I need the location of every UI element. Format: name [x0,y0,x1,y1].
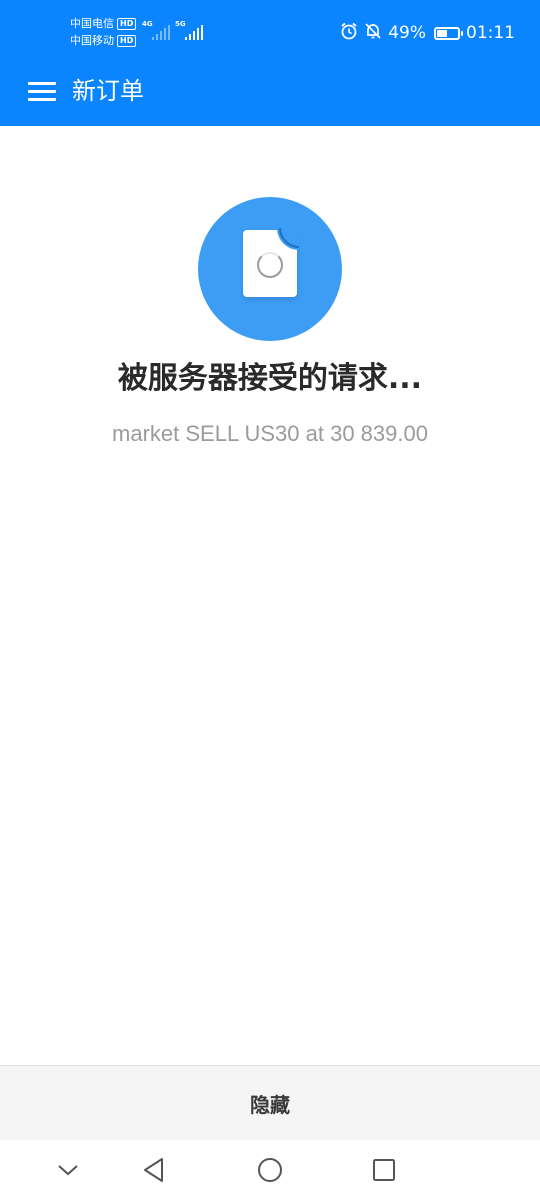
carrier-name-1: 中国电信 [70,17,114,30]
document-card [243,228,299,297]
home-icon[interactable] [254,1154,286,1186]
hide-bar: 隐藏 [0,1065,540,1140]
hd-badge-2: HD [117,34,137,47]
menu-icon[interactable] [28,80,56,102]
battery-icon [434,26,463,40]
new-order-screen: 中国电信 HD 中国移动 HD 4G 5G 49% 01:11 新订单 被服务器… [0,0,540,1200]
order-summary: market SELL US30 at 30 839.00 [112,421,428,446]
alarm-icon [340,22,358,45]
recents-icon[interactable] [368,1154,400,1186]
system-navigation-bar [0,1140,540,1200]
loading-spinner-icon [257,252,283,278]
carrier-row-1: 中国电信 HD [70,15,137,32]
document-loading-icon [198,197,342,341]
document-fold [277,228,299,250]
battery-percent: 49% [388,23,426,43]
status-indicators: 49% 01:11 [340,20,515,46]
carrier-info: 中国电信 HD 中国移动 HD [70,15,137,49]
hide-button[interactable]: 隐藏 [0,1066,540,1140]
signal-strength-icon-2 [185,25,203,40]
bell-off-icon [364,22,382,45]
carrier-name-2: 中国移动 [70,34,114,47]
collapse-icon[interactable] [52,1154,84,1186]
status-bar: 中国电信 HD 中国移动 HD 4G 5G 49% 01:11 [0,0,540,62]
request-status-title: 被服务器接受的请求... [117,361,423,396]
page-title: 新订单 [72,77,144,105]
signal-strength-icon-1 [152,25,170,40]
back-icon[interactable] [138,1154,170,1186]
clock: 01:11 [466,23,515,43]
hd-badge-1: HD [117,17,137,30]
carrier-row-2: 中国移动 HD [70,32,137,49]
app-bar: 新订单 [0,62,540,126]
battery-fill [437,29,447,37]
